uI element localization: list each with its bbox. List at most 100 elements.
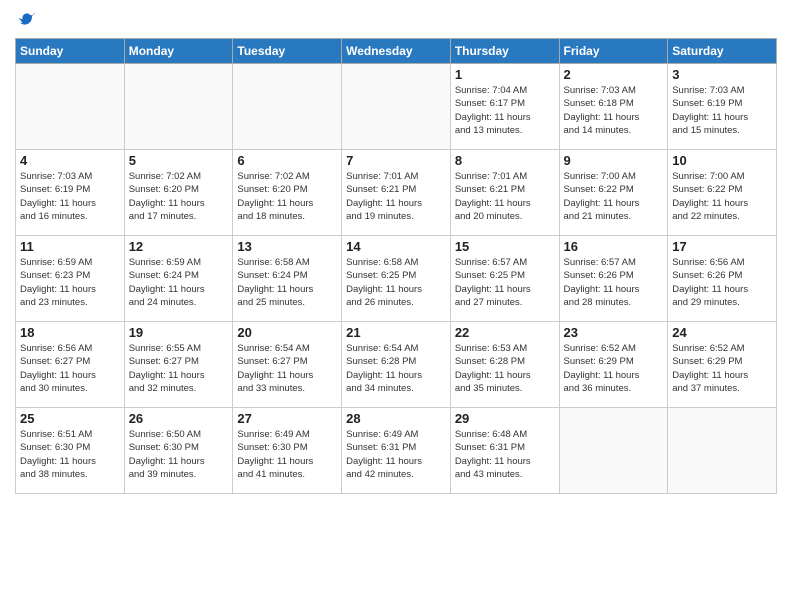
- day-info: Sunrise: 6:58 AMSunset: 6:24 PMDaylight:…: [237, 256, 337, 309]
- calendar-week-row: 4Sunrise: 7:03 AMSunset: 6:19 PMDaylight…: [16, 150, 777, 236]
- day-number: 3: [672, 67, 772, 82]
- calendar-cell: 2 Sunrise: 7:03 AMSunset: 6:18 PMDaylight…: [559, 64, 668, 150]
- day-number: 20: [237, 325, 337, 340]
- day-info: Sunrise: 7:02 AMSunset: 6:20 PMDaylight:…: [237, 170, 337, 223]
- calendar-week-row: 11 Sunrise: 6:59 AMSunset: 6:23 PMDayligh…: [16, 236, 777, 322]
- calendar-cell: 21 Sunrise: 6:54 AMSunset: 6:28 PMDayligh…: [342, 322, 451, 408]
- calendar-cell: 12 Sunrise: 6:59 AMSunset: 6:24 PMDayligh…: [124, 236, 233, 322]
- calendar-day-header: Thursday: [450, 39, 559, 64]
- day-info: Sunrise: 7:03 AMSunset: 6:19 PMDaylight:…: [672, 84, 772, 137]
- day-number: 7: [346, 153, 446, 168]
- calendar-cell: 23 Sunrise: 6:52 AMSunset: 6:29 PMDayligh…: [559, 322, 668, 408]
- calendar-cell: 8 Sunrise: 7:01 AMSunset: 6:21 PMDaylight…: [450, 150, 559, 236]
- calendar-header-row: SundayMondayTuesdayWednesdayThursdayFrid…: [16, 39, 777, 64]
- calendar-cell: 13 Sunrise: 6:58 AMSunset: 6:24 PMDayligh…: [233, 236, 342, 322]
- calendar-cell: 4Sunrise: 7:03 AMSunset: 6:19 PMDaylight…: [16, 150, 125, 236]
- day-number: 12: [129, 239, 229, 254]
- day-info: Sunrise: 6:55 AMSunset: 6:27 PMDaylight:…: [129, 342, 229, 395]
- day-info: Sunrise: 7:03 AMSunset: 6:18 PMDaylight:…: [564, 84, 664, 137]
- day-number: 29: [455, 411, 555, 426]
- day-info: Sunrise: 6:49 AMSunset: 6:31 PMDaylight:…: [346, 428, 446, 481]
- day-info: Sunrise: 7:01 AMSunset: 6:21 PMDaylight:…: [455, 170, 555, 223]
- calendar-cell: 6 Sunrise: 7:02 AMSunset: 6:20 PMDaylight…: [233, 150, 342, 236]
- day-number: 11: [20, 239, 120, 254]
- day-info: Sunrise: 6:49 AMSunset: 6:30 PMDaylight:…: [237, 428, 337, 481]
- calendar-cell: 1 Sunrise: 7:04 AMSunset: 6:17 PMDaylight…: [450, 64, 559, 150]
- logo-bird-icon: [17, 10, 37, 30]
- calendar-cell: 10Sunrise: 7:00 AMSunset: 6:22 PMDayligh…: [668, 150, 777, 236]
- day-number: 6: [237, 153, 337, 168]
- day-info: Sunrise: 6:53 AMSunset: 6:28 PMDaylight:…: [455, 342, 555, 395]
- calendar-cell: 27 Sunrise: 6:49 AMSunset: 6:30 PMDayligh…: [233, 408, 342, 494]
- day-info: Sunrise: 7:04 AMSunset: 6:17 PMDaylight:…: [455, 84, 555, 137]
- day-number: 14: [346, 239, 446, 254]
- day-number: 18: [20, 325, 120, 340]
- day-number: 5: [129, 153, 229, 168]
- calendar-cell: [668, 408, 777, 494]
- calendar-cell: 24Sunrise: 6:52 AMSunset: 6:29 PMDayligh…: [668, 322, 777, 408]
- day-info: Sunrise: 6:59 AMSunset: 6:24 PMDaylight:…: [129, 256, 229, 309]
- calendar-cell: 19Sunrise: 6:55 AMSunset: 6:27 PMDayligh…: [124, 322, 233, 408]
- calendar-day-header: Wednesday: [342, 39, 451, 64]
- day-info: Sunrise: 7:02 AMSunset: 6:20 PMDaylight:…: [129, 170, 229, 223]
- day-info: Sunrise: 7:00 AMSunset: 6:22 PMDaylight:…: [672, 170, 772, 223]
- calendar-week-row: 18 Sunrise: 6:56 AMSunset: 6:27 PMDayligh…: [16, 322, 777, 408]
- calendar-day-header: Sunday: [16, 39, 125, 64]
- calendar-cell: 29 Sunrise: 6:48 AMSunset: 6:31 PMDayligh…: [450, 408, 559, 494]
- calendar-cell: 20 Sunrise: 6:54 AMSunset: 6:27 PMDayligh…: [233, 322, 342, 408]
- day-number: 21: [346, 325, 446, 340]
- logo: [15, 10, 37, 30]
- calendar-day-header: Saturday: [668, 39, 777, 64]
- calendar-cell: [342, 64, 451, 150]
- day-info: Sunrise: 7:03 AMSunset: 6:19 PMDaylight:…: [20, 170, 120, 223]
- day-info: Sunrise: 6:50 AMSunset: 6:30 PMDaylight:…: [129, 428, 229, 481]
- day-info: Sunrise: 6:52 AMSunset: 6:29 PMDaylight:…: [672, 342, 772, 395]
- day-info: Sunrise: 6:56 AMSunset: 6:26 PMDaylight:…: [672, 256, 772, 309]
- calendar-cell: 18 Sunrise: 6:56 AMSunset: 6:27 PMDayligh…: [16, 322, 125, 408]
- calendar-day-header: Friday: [559, 39, 668, 64]
- calendar-cell: 22 Sunrise: 6:53 AMSunset: 6:28 PMDayligh…: [450, 322, 559, 408]
- day-number: 25: [20, 411, 120, 426]
- calendar-cell: 14Sunrise: 6:58 AMSunset: 6:25 PMDayligh…: [342, 236, 451, 322]
- day-number: 27: [237, 411, 337, 426]
- day-number: 9: [564, 153, 664, 168]
- day-info: Sunrise: 6:52 AMSunset: 6:29 PMDaylight:…: [564, 342, 664, 395]
- calendar-table: SundayMondayTuesdayWednesdayThursdayFrid…: [15, 38, 777, 494]
- day-number: 17: [672, 239, 772, 254]
- page: SundayMondayTuesdayWednesdayThursdayFrid…: [0, 0, 792, 612]
- calendar-cell: 11 Sunrise: 6:59 AMSunset: 6:23 PMDayligh…: [16, 236, 125, 322]
- day-number: 8: [455, 153, 555, 168]
- calendar-cell: 9 Sunrise: 7:00 AMSunset: 6:22 PMDaylight…: [559, 150, 668, 236]
- header: [15, 10, 777, 30]
- day-number: 26: [129, 411, 229, 426]
- calendar-cell: 7 Sunrise: 7:01 AMSunset: 6:21 PMDaylight…: [342, 150, 451, 236]
- calendar-cell: 26 Sunrise: 6:50 AMSunset: 6:30 PMDayligh…: [124, 408, 233, 494]
- day-info: Sunrise: 6:56 AMSunset: 6:27 PMDaylight:…: [20, 342, 120, 395]
- calendar-cell: 28 Sunrise: 6:49 AMSunset: 6:31 PMDayligh…: [342, 408, 451, 494]
- day-info: Sunrise: 6:51 AMSunset: 6:30 PMDaylight:…: [20, 428, 120, 481]
- day-number: 1: [455, 67, 555, 82]
- calendar-week-row: 25 Sunrise: 6:51 AMSunset: 6:30 PMDayligh…: [16, 408, 777, 494]
- calendar-day-header: Tuesday: [233, 39, 342, 64]
- calendar-cell: [559, 408, 668, 494]
- calendar-cell: 25 Sunrise: 6:51 AMSunset: 6:30 PMDayligh…: [16, 408, 125, 494]
- day-info: Sunrise: 6:57 AMSunset: 6:25 PMDaylight:…: [455, 256, 555, 309]
- day-info: Sunrise: 7:01 AMSunset: 6:21 PMDaylight:…: [346, 170, 446, 223]
- day-number: 2: [564, 67, 664, 82]
- day-info: Sunrise: 6:59 AMSunset: 6:23 PMDaylight:…: [20, 256, 120, 309]
- day-number: 15: [455, 239, 555, 254]
- calendar-cell: 16Sunrise: 6:57 AMSunset: 6:26 PMDayligh…: [559, 236, 668, 322]
- calendar-cell: 17 Sunrise: 6:56 AMSunset: 6:26 PMDayligh…: [668, 236, 777, 322]
- day-info: Sunrise: 6:54 AMSunset: 6:28 PMDaylight:…: [346, 342, 446, 395]
- calendar-cell: [16, 64, 125, 150]
- day-info: Sunrise: 6:48 AMSunset: 6:31 PMDaylight:…: [455, 428, 555, 481]
- day-info: Sunrise: 6:54 AMSunset: 6:27 PMDaylight:…: [237, 342, 337, 395]
- day-number: 28: [346, 411, 446, 426]
- calendar-cell: [124, 64, 233, 150]
- day-number: 22: [455, 325, 555, 340]
- calendar-cell: 5 Sunrise: 7:02 AMSunset: 6:20 PMDaylight…: [124, 150, 233, 236]
- day-number: 13: [237, 239, 337, 254]
- day-number: 23: [564, 325, 664, 340]
- day-info: Sunrise: 7:00 AMSunset: 6:22 PMDaylight:…: [564, 170, 664, 223]
- calendar-cell: 15 Sunrise: 6:57 AMSunset: 6:25 PMDayligh…: [450, 236, 559, 322]
